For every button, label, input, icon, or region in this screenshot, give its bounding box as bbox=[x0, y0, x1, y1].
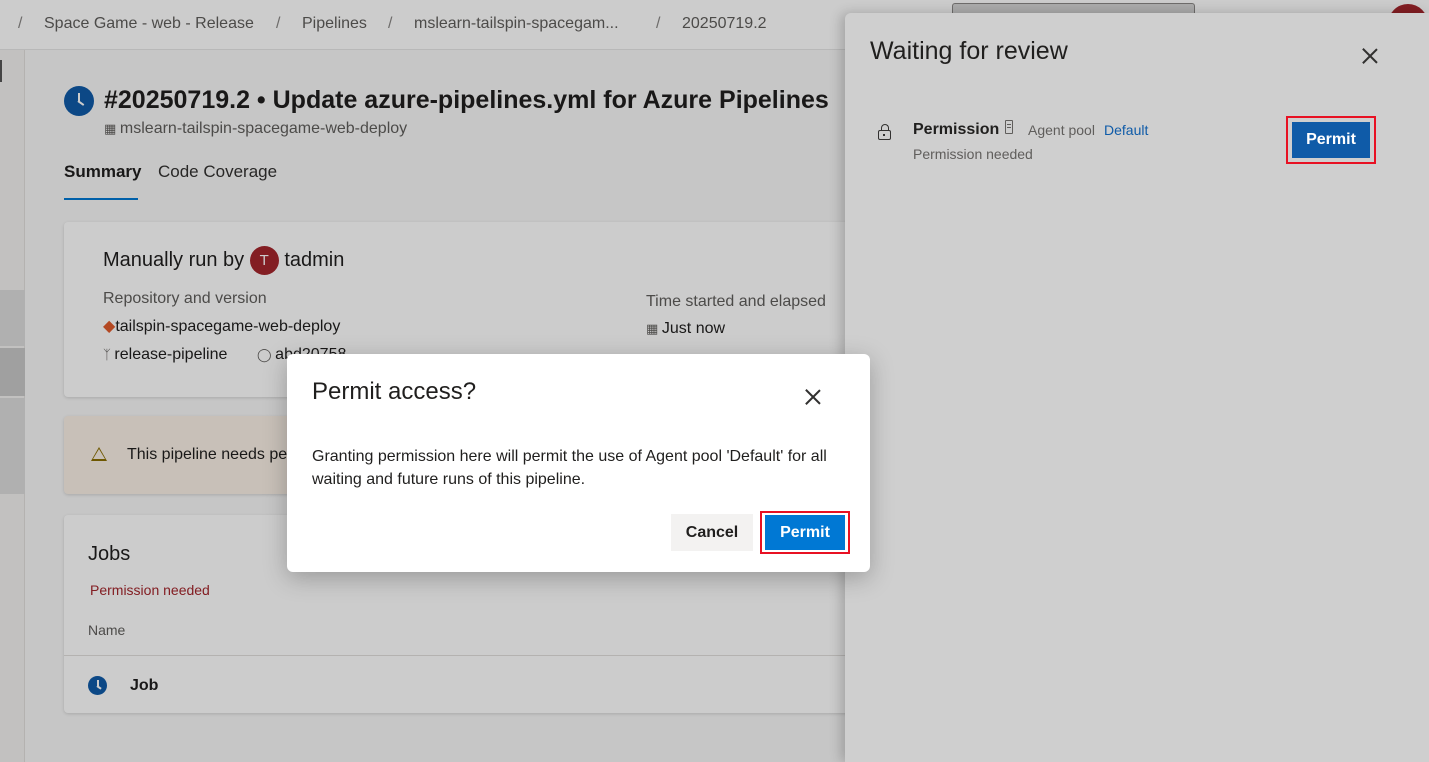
cancel-button[interactable]: Cancel bbox=[671, 514, 753, 551]
dialog-body: Granting permission here will permit the… bbox=[312, 448, 827, 488]
review-panel: Waiting for review Permission Agent pool… bbox=[845, 13, 1429, 762]
panel-permit-button[interactable]: Permit bbox=[1292, 122, 1370, 158]
dialog-permit-button[interactable]: Permit bbox=[765, 515, 845, 550]
permit-access-dialog: Permit access? Granting permission here … bbox=[287, 354, 870, 572]
permit-highlight: Permit bbox=[1286, 116, 1376, 164]
permission-name: Permission bbox=[913, 121, 1000, 138]
dialog-title: Permit access? bbox=[312, 378, 477, 405]
close-icon[interactable] bbox=[1362, 48, 1378, 64]
agent-pool-label: Agent pool bbox=[1028, 122, 1095, 138]
close-icon[interactable] bbox=[805, 389, 821, 405]
agent-pool-link[interactable]: Default bbox=[1104, 122, 1148, 138]
permit-highlight: Permit bbox=[760, 511, 850, 554]
panel-title: Waiting for review bbox=[870, 37, 1068, 65]
lock-icon bbox=[878, 124, 891, 140]
permission-status: Permission needed bbox=[913, 146, 1033, 162]
agent-pool-icon bbox=[1005, 120, 1013, 134]
